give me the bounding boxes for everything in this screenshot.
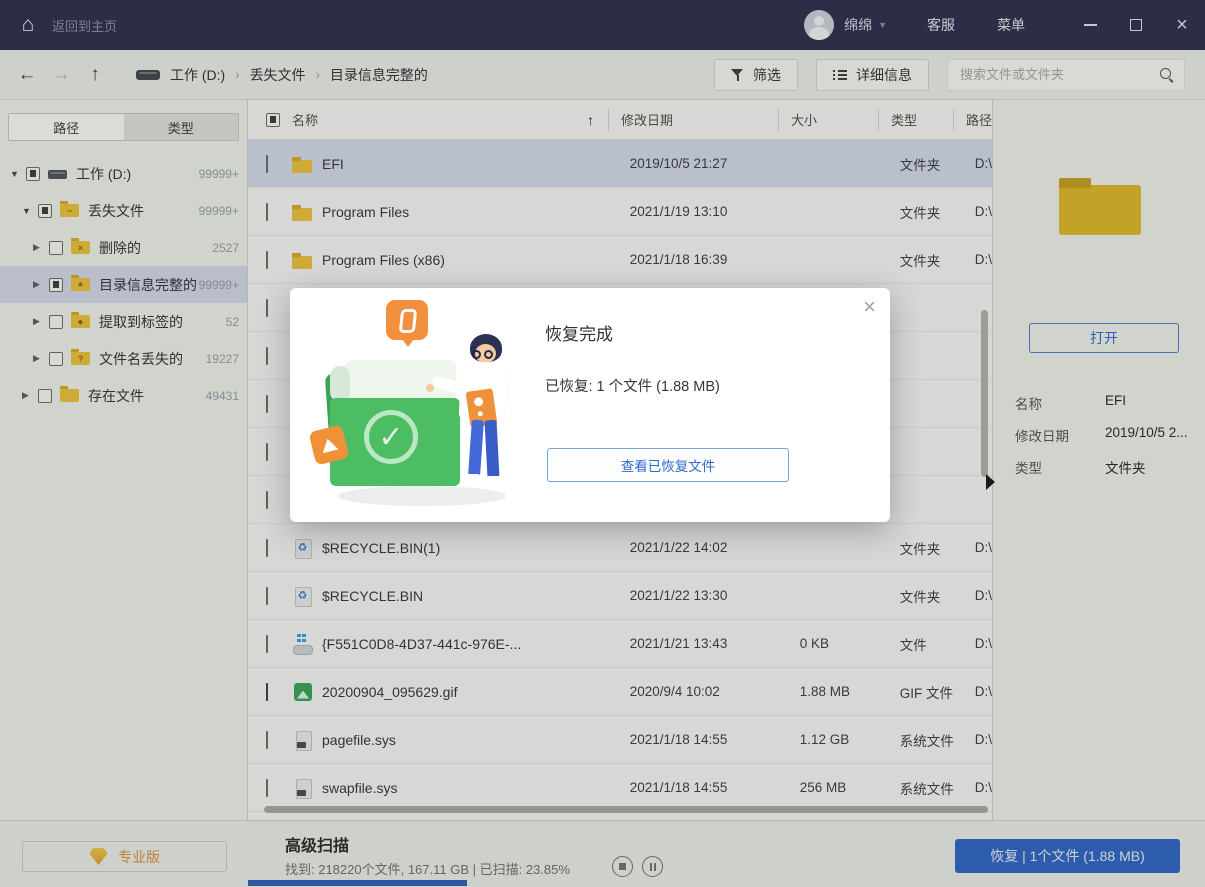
app-window: 返回到主页 绵绵 客服 菜单 工作 (D:) 丢失文件 目录信息完整的 <box>0 0 1205 887</box>
recovery-complete-dialog: 恢复完成 已恢复: 1 个文件 (1.88 MB) 查看已恢复文件 <box>290 288 890 522</box>
dialog-title: 恢复完成 <box>545 320 613 345</box>
person-leg <box>468 420 484 477</box>
speech-bubble-icon <box>386 300 428 340</box>
check-circle-icon <box>364 410 418 464</box>
dialog-close-button[interactable] <box>863 294 876 320</box>
person-hand <box>426 384 434 392</box>
success-illustration <box>320 298 540 510</box>
illustration-shadow <box>338 486 506 506</box>
view-recovered-files-button[interactable]: 查看已恢复文件 <box>547 448 789 482</box>
person-shoe <box>464 474 481 481</box>
dialog-message: 已恢复: 1 个文件 (1.88 MB) <box>545 375 720 396</box>
glasses-icon <box>484 350 493 359</box>
person-leg <box>484 420 499 479</box>
person-shoe <box>486 476 503 483</box>
glasses-icon <box>472 350 481 359</box>
